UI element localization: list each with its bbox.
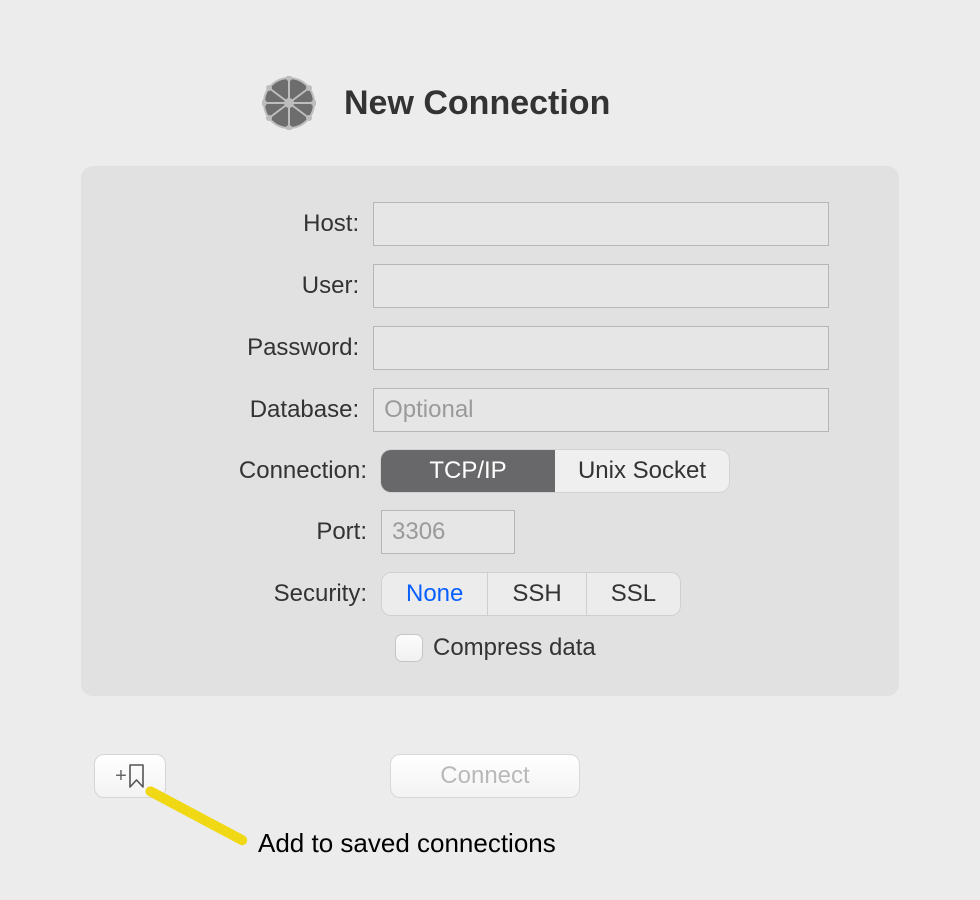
network-globe-icon bbox=[262, 76, 316, 130]
callout-arrow-icon bbox=[144, 785, 249, 847]
database-input[interactable] bbox=[373, 388, 829, 432]
host-label: Host: bbox=[117, 210, 373, 238]
host-input[interactable] bbox=[373, 202, 829, 246]
plus-icon: + bbox=[115, 765, 127, 788]
port-input[interactable] bbox=[381, 510, 515, 554]
security-segmented: None SSH SSL bbox=[381, 572, 681, 616]
user-label: User: bbox=[117, 272, 373, 300]
connection-form-panel: Host: User: Password: Database: Connecti… bbox=[81, 166, 899, 696]
callout-label: Add to saved connections bbox=[258, 828, 556, 859]
connection-tcpip-option[interactable]: TCP/IP bbox=[381, 450, 555, 492]
page-title: New Connection bbox=[344, 84, 610, 123]
security-label: Security: bbox=[117, 580, 381, 608]
compress-data-checkbox[interactable] bbox=[395, 634, 423, 662]
user-input[interactable] bbox=[373, 264, 829, 308]
connection-unix-socket-option[interactable]: Unix Socket bbox=[555, 450, 729, 492]
security-ssl-option[interactable]: SSL bbox=[587, 572, 681, 616]
port-label: Port: bbox=[117, 518, 381, 546]
security-ssh-option[interactable]: SSH bbox=[488, 572, 586, 616]
password-label: Password: bbox=[117, 334, 373, 362]
database-label: Database: bbox=[117, 396, 373, 424]
connection-type-label: Connection: bbox=[117, 457, 381, 485]
connect-button[interactable]: Connect bbox=[390, 754, 580, 798]
security-none-option[interactable]: None bbox=[381, 572, 488, 616]
connection-type-segmented: TCP/IP Unix Socket bbox=[381, 450, 729, 492]
bookmark-icon bbox=[128, 764, 145, 788]
password-input[interactable] bbox=[373, 326, 829, 370]
compress-data-label: Compress data bbox=[433, 634, 596, 662]
